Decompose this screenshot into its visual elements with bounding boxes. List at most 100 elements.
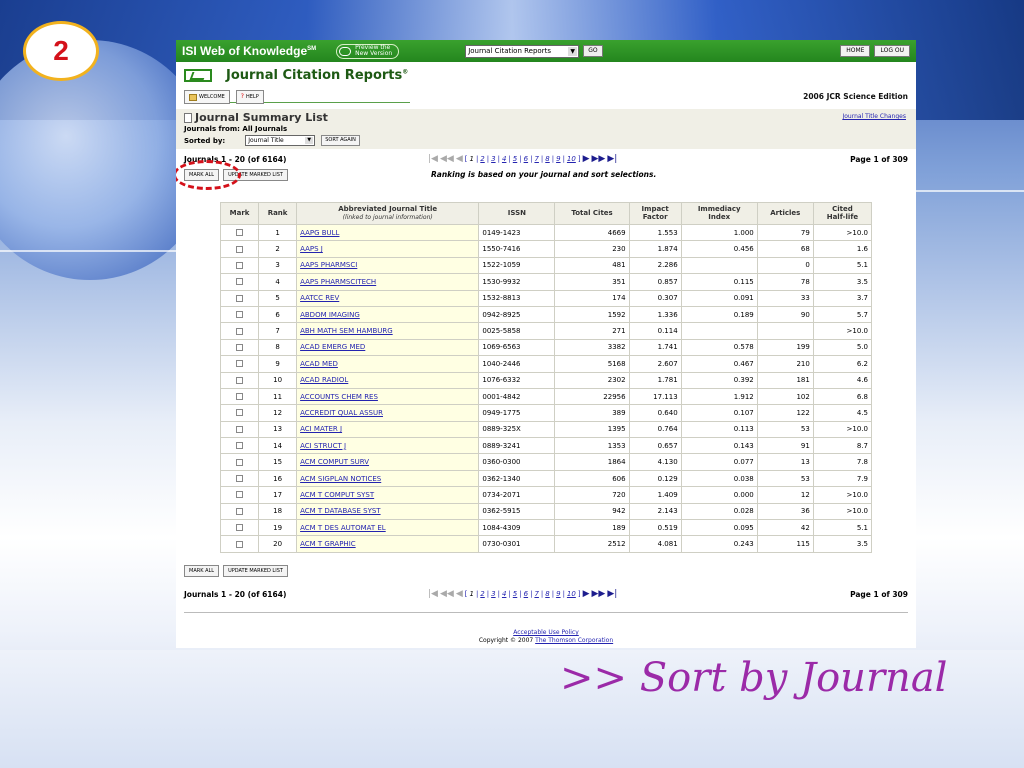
mark-checkbox[interactable] xyxy=(236,507,244,515)
page-link[interactable]: 9 xyxy=(556,155,560,163)
page-link[interactable]: 6 xyxy=(524,155,528,163)
first-page-icon[interactable]: |◀ xyxy=(428,154,438,164)
preview-new-version-button[interactable]: Preview the New Version xyxy=(336,43,400,59)
prev-ten-icon[interactable]: ◀◀ xyxy=(440,154,454,164)
cited-half-life-cell: >10.0 xyxy=(812,322,873,340)
mark-checkbox[interactable] xyxy=(236,261,244,269)
total-cites-cell: 2302 xyxy=(554,371,630,389)
logout-button[interactable]: LOG OU xyxy=(874,45,910,57)
page-link[interactable]: 9 xyxy=(556,590,560,598)
journal-title-link[interactable]: ACAD RADIOL xyxy=(300,376,348,384)
rank-cell: 6 xyxy=(258,305,298,324)
mark-checkbox[interactable] xyxy=(236,458,244,466)
journal-title-link[interactable]: ACAD MED xyxy=(300,360,338,368)
journal-title-link[interactable]: ABDOM IMAGING xyxy=(300,311,360,319)
page-link[interactable]: 5 xyxy=(513,155,517,163)
thomson-link[interactable]: The Thomson Corporation xyxy=(535,637,613,644)
mark-checkbox[interactable] xyxy=(236,278,244,286)
page-link[interactable]: 8 xyxy=(545,155,549,163)
journal-title-link[interactable]: ACM T DATABASE SYST xyxy=(300,507,380,515)
last-page-icon[interactable]: ▶| xyxy=(607,154,617,164)
database-select[interactable]: Journal Citation Reports ▼ xyxy=(465,44,580,58)
page-link[interactable]: 6 xyxy=(524,590,528,598)
mark-checkbox[interactable] xyxy=(236,475,244,483)
mark-checkbox[interactable] xyxy=(236,245,244,253)
last-page-icon[interactable]: ▶| xyxy=(607,589,617,599)
rank-cell: 8 xyxy=(258,338,298,357)
go-button[interactable]: GO xyxy=(583,45,603,57)
table-row: 4 AAPS PHARMSCITECH 1530-9932 351 0.857 0.115… xyxy=(219,273,873,291)
journal-title-link[interactable]: ACM T COMPUT SYST xyxy=(300,491,374,499)
mark-checkbox[interactable] xyxy=(236,343,244,351)
mark-checkbox[interactable] xyxy=(236,393,244,401)
mark-checkbox[interactable] xyxy=(236,491,244,499)
articles-cell: 102 xyxy=(756,387,814,406)
mark-checkbox[interactable] xyxy=(236,311,244,319)
welcome-button[interactable]: WELCOME xyxy=(184,90,230,104)
mark-checkbox[interactable] xyxy=(236,425,244,433)
page-link[interactable]: 8 xyxy=(545,590,549,598)
journal-title-link[interactable]: ACI MATER J xyxy=(300,425,342,433)
page-link[interactable]: 7 xyxy=(534,590,538,598)
articles-cell: 90 xyxy=(756,305,814,324)
journal-title-link[interactable]: ACCREDIT QUAL ASSUR xyxy=(300,409,383,417)
journal-title-link[interactable]: AAPG BULL xyxy=(300,229,339,237)
page-link[interactable]: 10 xyxy=(567,590,576,598)
journal-title-link[interactable]: ACM T GRAPHIC xyxy=(300,540,356,548)
page-link[interactable]: 5 xyxy=(513,590,517,598)
mark-checkbox[interactable] xyxy=(236,524,244,532)
next-ten-icon[interactable]: ▶▶ xyxy=(592,154,606,164)
mark-checkbox[interactable] xyxy=(236,376,244,384)
page-link[interactable]: 4 xyxy=(502,155,506,163)
journal-title-link[interactable]: ACCOUNTS CHEM RES xyxy=(300,393,378,401)
mark-checkbox[interactable] xyxy=(236,229,244,237)
next-page-icon[interactable]: ▶ xyxy=(583,589,590,599)
journal-title-link[interactable]: ACM COMPUT SURV xyxy=(300,458,369,466)
journal-title-link[interactable]: AAPS PHARMSCITECH xyxy=(300,278,376,286)
mark-checkbox[interactable] xyxy=(236,442,244,450)
sort-again-button[interactable]: SORT AGAIN xyxy=(321,135,360,146)
articles-cell: 78 xyxy=(756,273,814,291)
journal-title-changes-link[interactable]: Journal Title Changes xyxy=(842,113,906,120)
rank-cell: 7 xyxy=(258,322,298,340)
mark-checkbox[interactable] xyxy=(236,540,244,548)
mark-all-button[interactable]: MARK ALL xyxy=(184,565,220,577)
next-ten-icon[interactable]: ▶▶ xyxy=(592,589,606,599)
issn-cell: 0149-1423 xyxy=(478,223,556,242)
journal-title-link[interactable]: ACI STRUCT J xyxy=(300,442,346,450)
journal-title-link[interactable]: AATCC REV xyxy=(300,294,339,302)
journal-title-link[interactable]: ACM SIGPLAN NOTICES xyxy=(300,475,381,483)
journal-title-link[interactable]: AAPS PHARMSCI xyxy=(300,261,357,269)
page-link[interactable]: 2 xyxy=(480,155,484,163)
page-link[interactable]: 10 xyxy=(567,155,576,163)
mark-checkbox[interactable] xyxy=(236,327,244,335)
mark-checkbox[interactable] xyxy=(236,409,244,417)
home-button[interactable]: HOME xyxy=(840,45,871,57)
articles-cell: 122 xyxy=(756,404,814,422)
journal-title-link[interactable]: AAPS J xyxy=(300,245,323,253)
prev-ten-icon[interactable]: ◀◀ xyxy=(440,589,454,599)
update-marked-list-button[interactable]: UPDATE MARKED LIST xyxy=(223,565,288,577)
page-link[interactable]: 7 xyxy=(534,155,538,163)
page-link[interactable]: 2 xyxy=(480,590,484,598)
help-button[interactable]: ? HELP xyxy=(235,90,264,104)
prev-page-icon[interactable]: ◀ xyxy=(456,589,463,599)
top-bar: ISI Web of KnowledgeSM Preview the New Ve… xyxy=(176,40,916,62)
journal-title-link[interactable]: ACAD EMERG MED xyxy=(300,343,365,351)
first-page-icon[interactable]: |◀ xyxy=(428,589,438,599)
col-title: Abbreviated Journal Title (linked to jour… xyxy=(296,202,480,225)
page-link[interactable]: 4 xyxy=(502,590,506,598)
acceptable-use-link[interactable]: Acceptable Use Policy xyxy=(513,629,579,636)
page-link[interactable]: 3 xyxy=(491,155,495,163)
immediacy-index-cell: 0.091 xyxy=(680,289,758,307)
journal-title-link[interactable]: ACM T DES AUTOMAT EL xyxy=(300,524,386,532)
col-mark: Mark xyxy=(219,202,260,225)
journal-title-link[interactable]: ABH MATH SEM HAMBURG xyxy=(300,327,393,335)
mark-checkbox[interactable] xyxy=(236,360,244,368)
next-page-icon[interactable]: ▶ xyxy=(583,154,590,164)
table-row: 19 ACM T DES AUTOMAT EL 1084-4309 189 0.519 0… xyxy=(219,519,873,537)
mark-checkbox[interactable] xyxy=(236,294,244,302)
prev-page-icon[interactable]: ◀ xyxy=(456,154,463,164)
page-link[interactable]: 3 xyxy=(491,590,495,598)
sort-select[interactable]: Journal Title ▼ xyxy=(245,135,316,146)
